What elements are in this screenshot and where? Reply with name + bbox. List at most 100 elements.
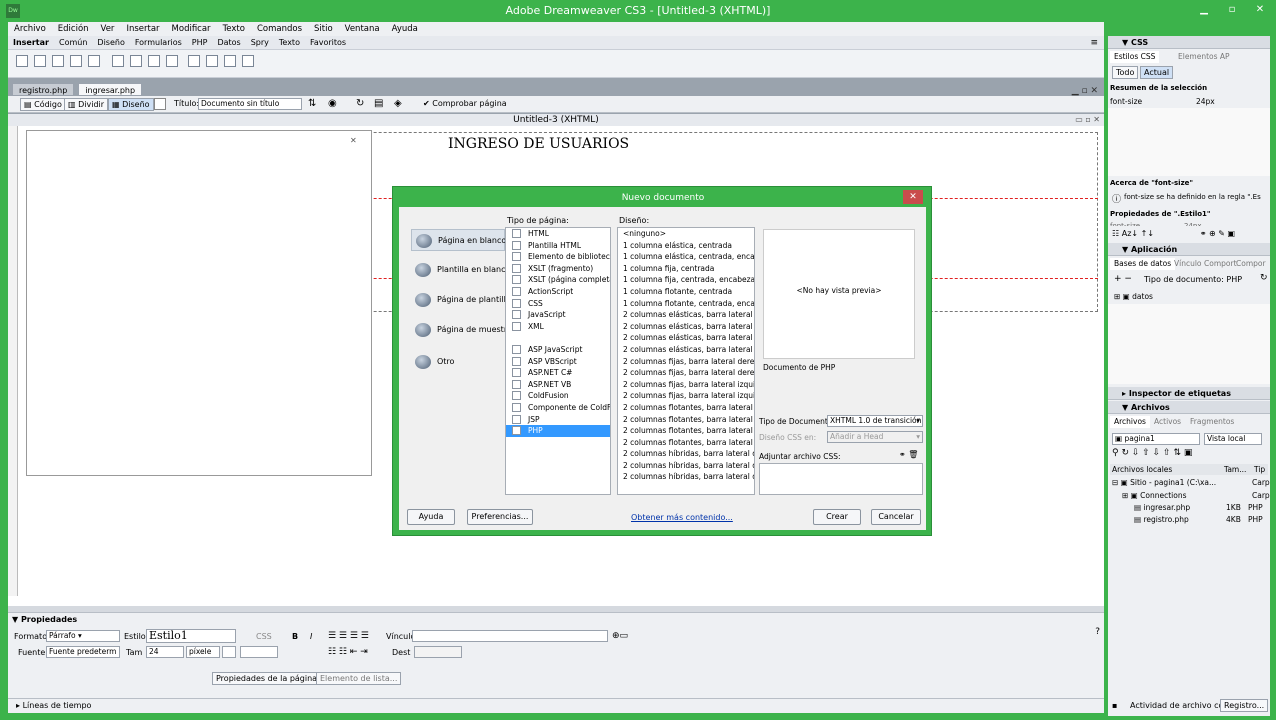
menu-comandos[interactable]: Comandos — [251, 22, 308, 36]
page-type-item[interactable]: PHP — [506, 425, 610, 437]
insert-icon-3[interactable] — [52, 55, 64, 67]
insert-tab-datos[interactable]: Datos — [212, 38, 245, 47]
tab-estilos-css[interactable]: Estilos CSS — [1110, 51, 1160, 63]
css-panel-icons[interactable]: ☷ Az↓ ↑↓ ⚭ ⊕ ✎ ▣ — [1112, 229, 1235, 238]
size-select[interactable]: 24 — [146, 646, 184, 658]
page-type-item[interactable]: CSS — [506, 298, 610, 310]
list-item-button[interactable]: Elemento de lista... — [316, 672, 402, 685]
layout-item[interactable]: 2 columnas híbridas, barra lateral der — [618, 471, 754, 483]
tab-bases-datos[interactable]: Bases de datos — [1110, 258, 1176, 270]
layout-item[interactable]: 2 columnas flotantes, barra lateral de — [618, 414, 754, 426]
layout-item[interactable]: 2 columnas fijas, barra lateral derech — [618, 356, 754, 368]
tab-elementos-ap[interactable]: Elementos AP — [1174, 51, 1234, 63]
minimize-icon[interactable]: ▁ — [1190, 0, 1218, 20]
link-input[interactable] — [412, 630, 608, 642]
tab-activos[interactable]: Activos — [1150, 416, 1185, 428]
layout-item[interactable]: 2 columnas elásticas, barra lateral izq — [618, 332, 754, 344]
insert-icon-7[interactable] — [130, 55, 142, 67]
insert-icon-11[interactable] — [206, 55, 218, 67]
target-select[interactable] — [414, 646, 462, 658]
menu-sitio[interactable]: Sitio — [308, 22, 339, 36]
file-row-site[interactable]: ⊟ ▣ Sitio - pagina1 (C:\xa... Carp — [1112, 478, 1270, 487]
css-panel-header[interactable]: ▼ CSS — [1108, 36, 1270, 49]
create-button[interactable]: Crear — [813, 509, 861, 525]
page-type-item[interactable]: ASP.NET VB — [506, 379, 610, 391]
preferences-button[interactable]: Preferencias... — [467, 509, 533, 525]
view-select[interactable]: Vista local — [1204, 433, 1262, 445]
preview-icon[interactable]: ◉ — [328, 98, 337, 109]
style-select[interactable]: Estilo1 — [146, 629, 236, 643]
page-type-item[interactable]: ASP JavaScript — [506, 344, 610, 356]
layout-item[interactable]: 1 columna fija, centrada — [618, 263, 754, 275]
layout-item[interactable]: 2 columnas elásticas, barra lateral de — [618, 309, 754, 321]
page-properties-button[interactable]: Propiedades de la página... — [212, 672, 329, 685]
tag-inspector-header[interactable]: ▸ Inspector de etiquetas — [1108, 387, 1270, 400]
app-panel-header[interactable]: ▼ Aplicación — [1108, 243, 1270, 256]
check-page-button[interactable]: ✔ Comprobar página — [420, 98, 510, 111]
insert-bar-label[interactable]: Insertar — [8, 38, 54, 47]
page-type-item[interactable]: ActionScript — [506, 286, 610, 298]
menu-ventana[interactable]: Ventana — [339, 22, 386, 36]
layout-item[interactable]: 1 columna fija, centrada, encabezad — [618, 274, 754, 286]
insert-icon-4[interactable] — [70, 55, 82, 67]
layout-item[interactable]: 2 columnas híbridas, barra lateral der — [618, 460, 754, 472]
insert-tab-texto[interactable]: Texto — [274, 38, 305, 47]
page-type-item[interactable]: ASP VBScript — [506, 356, 610, 368]
refresh-icon[interactable]: ↻ — [356, 98, 364, 109]
live-view-icon[interactable] — [154, 98, 166, 110]
list-icons[interactable]: ☷ ☷ ⇤ ⇥ — [328, 647, 368, 657]
attach-css-list[interactable] — [759, 463, 923, 495]
category-blank-template[interactable]: Plantilla en blanco — [411, 259, 510, 281]
design-view-button[interactable]: ▦ Diseño — [108, 98, 154, 111]
insert-tab-php[interactable]: PHP — [187, 38, 213, 47]
inner-window-controls[interactable]: ▭ ▫ ✕ — [1075, 114, 1100, 126]
view-options-icon[interactable]: ▤ — [374, 98, 383, 109]
insert-icon-8[interactable] — [148, 55, 160, 67]
page-type-list[interactable]: HTML Plantilla HTML Elemento de biblioteca… — [505, 227, 611, 495]
menu-ver[interactable]: Ver — [95, 22, 121, 36]
floating-panel-close-icon[interactable]: ✕ — [350, 136, 357, 145]
browse-link-icon[interactable]: ⊕▭ — [612, 631, 628, 641]
layout-list[interactable]: <ninguno> 1 columna elástica, centrada 1 c… — [617, 227, 755, 495]
category-template-page[interactable]: Página de plantilla — [411, 289, 511, 311]
page-type-item[interactable]: ColdFusion — [506, 390, 610, 402]
log-button[interactable]: Registro... — [1220, 699, 1269, 712]
bold-button[interactable]: B — [292, 632, 298, 641]
file-row-ingresar[interactable]: ▤ ingresar.php 1KB PHP — [1134, 503, 1270, 512]
insert-icon-2[interactable] — [34, 55, 46, 67]
menu-archivo[interactable]: Archivo — [8, 22, 52, 36]
category-other[interactable]: Otro — [411, 351, 505, 373]
files-panel-header[interactable]: ▼ Archivos — [1108, 401, 1270, 414]
italic-button[interactable]: I — [310, 632, 312, 641]
layout-item[interactable]: 2 columnas fijas, barra lateral izquier — [618, 390, 754, 402]
page-type-item[interactable]: Componente de ColdFusion — [506, 402, 610, 414]
help-icon[interactable]: ? — [1095, 627, 1100, 637]
file-row-registro[interactable]: ▤ registro.php 4KB PHP — [1134, 515, 1270, 524]
insert-icon-1[interactable] — [16, 55, 28, 67]
css-design-select[interactable]: Añadir a Head ▾ — [827, 431, 923, 443]
tab-ingresar[interactable]: ingresar.php — [78, 83, 143, 96]
layout-item[interactable]: 2 columnas elásticas, barra lateral de — [618, 321, 754, 333]
insert-icon-5[interactable] — [88, 55, 100, 67]
cancel-button[interactable]: Cancelar — [871, 509, 921, 525]
page-type-item[interactable]: ASP.NET C# — [506, 367, 610, 379]
page-type-item[interactable]: JSP — [506, 414, 610, 426]
menu-texto[interactable]: Texto — [217, 22, 251, 36]
doctype-select[interactable]: XHTML 1.0 de transición ▾ — [827, 415, 923, 427]
insert-tab-comun[interactable]: Común — [54, 38, 92, 47]
insert-icon-9[interactable] — [166, 55, 178, 67]
css-button[interactable]: CSS — [256, 632, 272, 641]
actual-button[interactable]: Actual — [1140, 66, 1174, 79]
category-blank-page[interactable]: Página en blanco — [411, 229, 506, 251]
refresh-db-icon[interactable]: ↻ — [1260, 273, 1268, 283]
menu-insertar[interactable]: Insertar — [120, 22, 165, 36]
css-prop-name[interactable]: font-size — [1110, 97, 1142, 106]
help-button[interactable]: Ayuda — [407, 509, 455, 525]
page-type-item[interactable]: JavaScript — [506, 309, 610, 321]
font-select[interactable]: Fuente predeterm — [46, 646, 120, 658]
layout-item[interactable]: 2 columnas híbridas, barra lateral der — [618, 448, 754, 460]
layout-item[interactable]: 2 columnas fijas, barra lateral derech — [618, 367, 754, 379]
insert-icon-6[interactable] — [112, 55, 124, 67]
site-select[interactable]: ▣ pagina1 — [1112, 433, 1200, 445]
layout-item[interactable]: 1 columna flotante, centrada — [618, 286, 754, 298]
